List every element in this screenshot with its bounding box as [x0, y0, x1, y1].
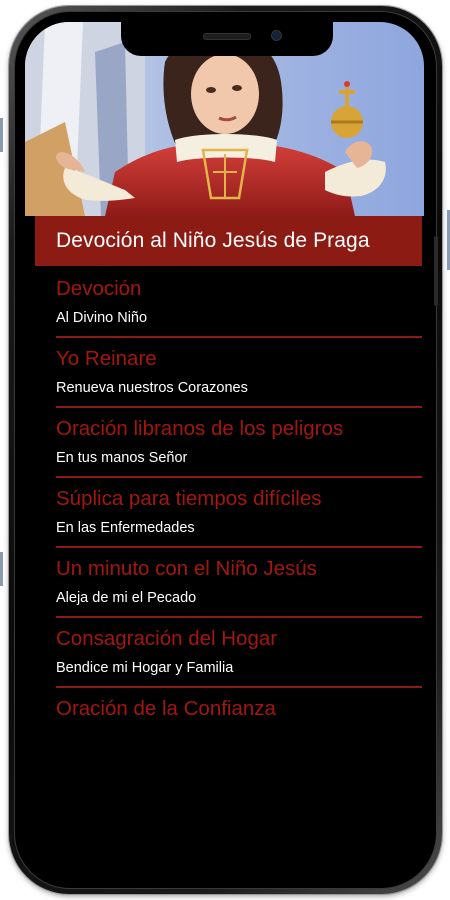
menu-item-title: Súplica para tiempos difíciles	[56, 487, 322, 510]
window-edge-mark	[0, 118, 3, 152]
menu-item-consagracion[interactable]: Consagración del Hogar Bendice mi Hogar …	[35, 618, 422, 688]
menu-item-un-minuto[interactable]: Un minuto con el Niño Jesús Aleja de mi …	[35, 548, 422, 618]
menu-item-title: Devoción	[56, 277, 142, 300]
menu-item-title: Oración libranos de los peligros	[56, 417, 344, 440]
app-screen: Devoción al Niño Jesús de Praga Devoción…	[25, 22, 424, 878]
menu-item-devocion[interactable]: Devoción Al Divino Niño	[35, 268, 422, 338]
menu-item-yo-reinare[interactable]: Yo Reinare Renueva nuestros Corazones	[35, 338, 422, 408]
menu-item-subtitle: Aleja de mi el Pecado	[56, 590, 197, 606]
phone-notch	[121, 22, 333, 56]
app-title-bar: Devoción al Niño Jesús de Praga	[35, 216, 422, 266]
menu-item-suplica[interactable]: Súplica para tiempos difíciles En las En…	[35, 478, 422, 548]
menu-item-subtitle: Bendice mi Hogar y Familia	[56, 660, 234, 676]
menu-item-subtitle: En las Enfermedades	[56, 520, 195, 536]
menu-item-oracion-libranos[interactable]: Oración libranos de los peligros En tus …	[35, 408, 422, 478]
phone-side-button	[434, 236, 438, 306]
menu-item-title: Consagración del Hogar	[56, 627, 278, 650]
menu-item-subtitle: En tus manos Señor	[56, 450, 188, 466]
menu-item-title: Un minuto con el Niño Jesús	[56, 557, 317, 580]
app-title: Devoción al Niño Jesús de Praga	[56, 229, 370, 252]
speaker-grille	[203, 33, 251, 40]
menu-item-title: Yo Reinare	[56, 347, 157, 370]
window-edge-mark	[0, 552, 3, 586]
menu-item-subtitle: Renueva nuestros Corazones	[56, 380, 248, 396]
front-camera	[271, 30, 282, 41]
menu-item-confianza[interactable]: Oración de la Confianza	[35, 688, 422, 758]
menu-item-subtitle: Al Divino Niño	[56, 310, 148, 326]
menu-item-title: Oración de la Confianza	[56, 697, 276, 720]
prayer-menu-list: Devoción Al Divino Niño Yo Reinare Renue…	[35, 268, 422, 758]
